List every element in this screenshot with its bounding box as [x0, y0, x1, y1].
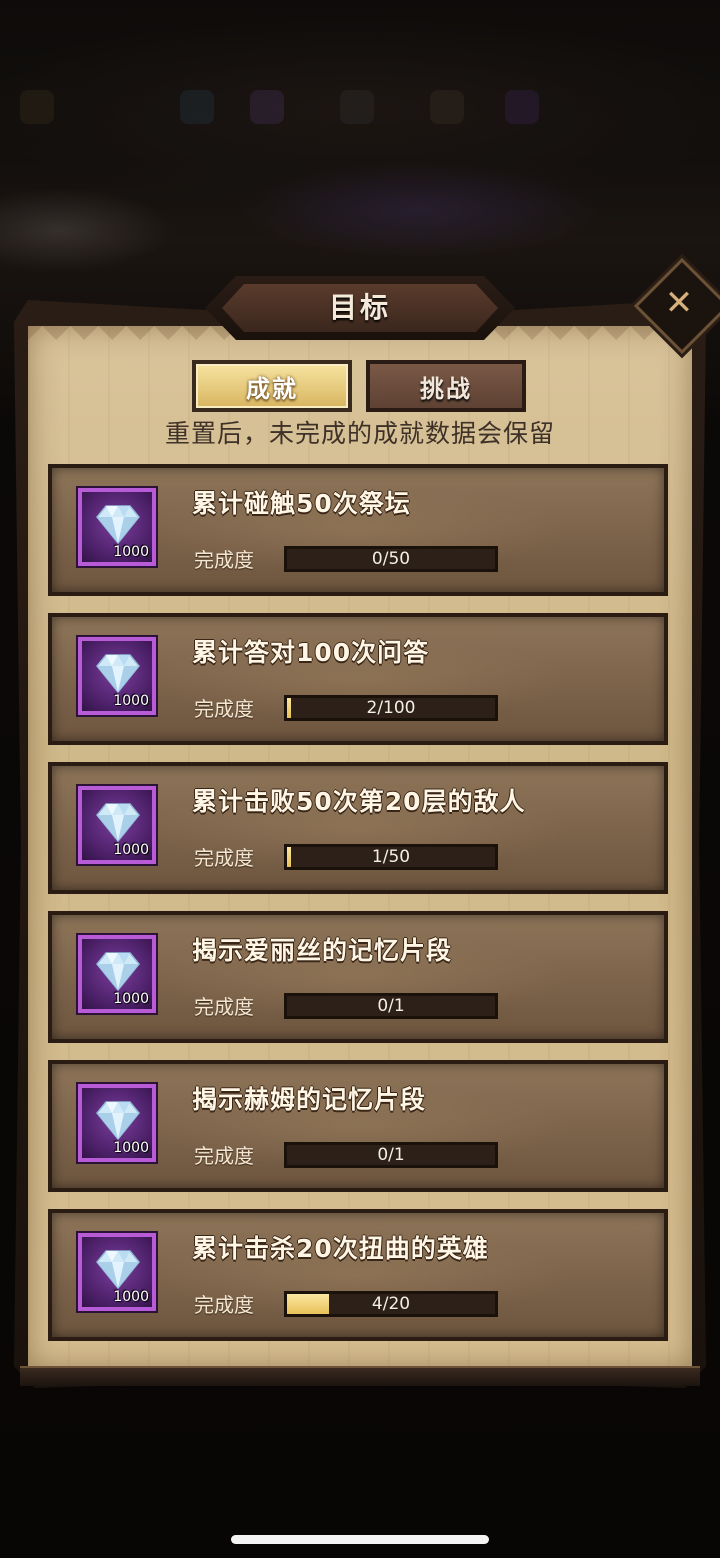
achievement-card: 1000 累计击败50次第20层的敌人 完成度 1/50 — [48, 762, 668, 894]
achievement-card: 1000 累计碰触50次祭坛 完成度 0/50 — [48, 464, 668, 596]
reward-count: 1000 — [113, 693, 149, 709]
achievement-title: 累计答对100次问答 — [192, 638, 430, 667]
achievement-title: 累计击败50次第20层的敌人 — [192, 787, 526, 816]
achievement-card: 1000 累计答对100次问答 完成度 2/100 — [48, 613, 668, 745]
reward-count: 1000 — [113, 991, 149, 1007]
progress-text: 0/50 — [371, 549, 411, 569]
reward-slot[interactable]: 1000 — [78, 1233, 156, 1311]
progress-text: 4/20 — [371, 1294, 411, 1314]
progress-text: 0/1 — [377, 996, 405, 1016]
progress-label: 完成度 — [194, 548, 254, 572]
diamond-icon — [96, 952, 140, 991]
reward-count: 1000 — [113, 1140, 149, 1156]
achievement-card: 1000 揭示爱丽丝的记忆片段 完成度 0/1 — [48, 911, 668, 1043]
home-indicator[interactable] — [231, 1535, 489, 1544]
reward-slot[interactable]: 1000 — [78, 1084, 156, 1162]
progress-bar: 2/100 — [284, 695, 498, 721]
achievement-title: 累计击杀20次扭曲的英雄 — [192, 1234, 489, 1263]
achievement-list[interactable]: 1000 累计碰触50次祭坛 完成度 0/50 1000 累计答对100次问答 … — [48, 464, 668, 1358]
reset-notice: 重置后，未完成的成就数据会保留 — [164, 419, 555, 448]
progress-label: 完成度 — [194, 697, 254, 721]
reward-slot[interactable]: 1000 — [78, 935, 156, 1013]
reward-slot[interactable]: 1000 — [78, 637, 156, 715]
progress-bar: 0/1 — [284, 1142, 498, 1168]
achievement-title: 累计碰触50次祭坛 — [192, 489, 411, 518]
dialog-title: 目标 — [328, 291, 391, 324]
progress-bar: 1/50 — [284, 844, 498, 870]
achievement-card: 1000 累计击杀20次扭曲的英雄 完成度 4/20 — [48, 1209, 668, 1341]
reward-count: 1000 — [113, 544, 149, 560]
progress-text: 1/50 — [371, 847, 411, 867]
diamond-icon — [96, 1101, 140, 1140]
reward-count: 1000 — [113, 1289, 149, 1305]
reward-count: 1000 — [113, 842, 149, 858]
progress-label: 完成度 — [194, 846, 254, 870]
achievement-card: 1000 揭示赫姆的记忆片段 完成度 0/1 — [48, 1060, 668, 1192]
progress-label: 完成度 — [194, 1144, 254, 1168]
diamond-icon — [96, 654, 140, 693]
progress-text: 2/100 — [366, 698, 416, 718]
achievement-title: 揭示赫姆的记忆片段 — [192, 1085, 427, 1114]
tab-achievements[interactable]: 成就 — [192, 360, 352, 412]
panel-bottom-bar — [20, 1366, 700, 1386]
achievement-title: 揭示爱丽丝的记忆片段 — [192, 936, 453, 965]
progress-label: 完成度 — [194, 995, 254, 1019]
diamond-icon — [96, 505, 140, 544]
progress-label: 完成度 — [194, 1293, 254, 1317]
progress-text: 0/1 — [377, 1145, 405, 1165]
close-icon[interactable]: ✕ — [648, 272, 710, 334]
progress-bar: 0/50 — [284, 546, 498, 572]
diamond-icon — [96, 803, 140, 842]
diamond-icon — [96, 1250, 140, 1289]
tab-challenges[interactable]: 挑战 — [366, 360, 526, 412]
progress-bar: 4/20 — [284, 1291, 498, 1317]
reward-slot[interactable]: 1000 — [78, 488, 156, 566]
reward-slot[interactable]: 1000 — [78, 786, 156, 864]
progress-bar: 0/1 — [284, 993, 498, 1019]
